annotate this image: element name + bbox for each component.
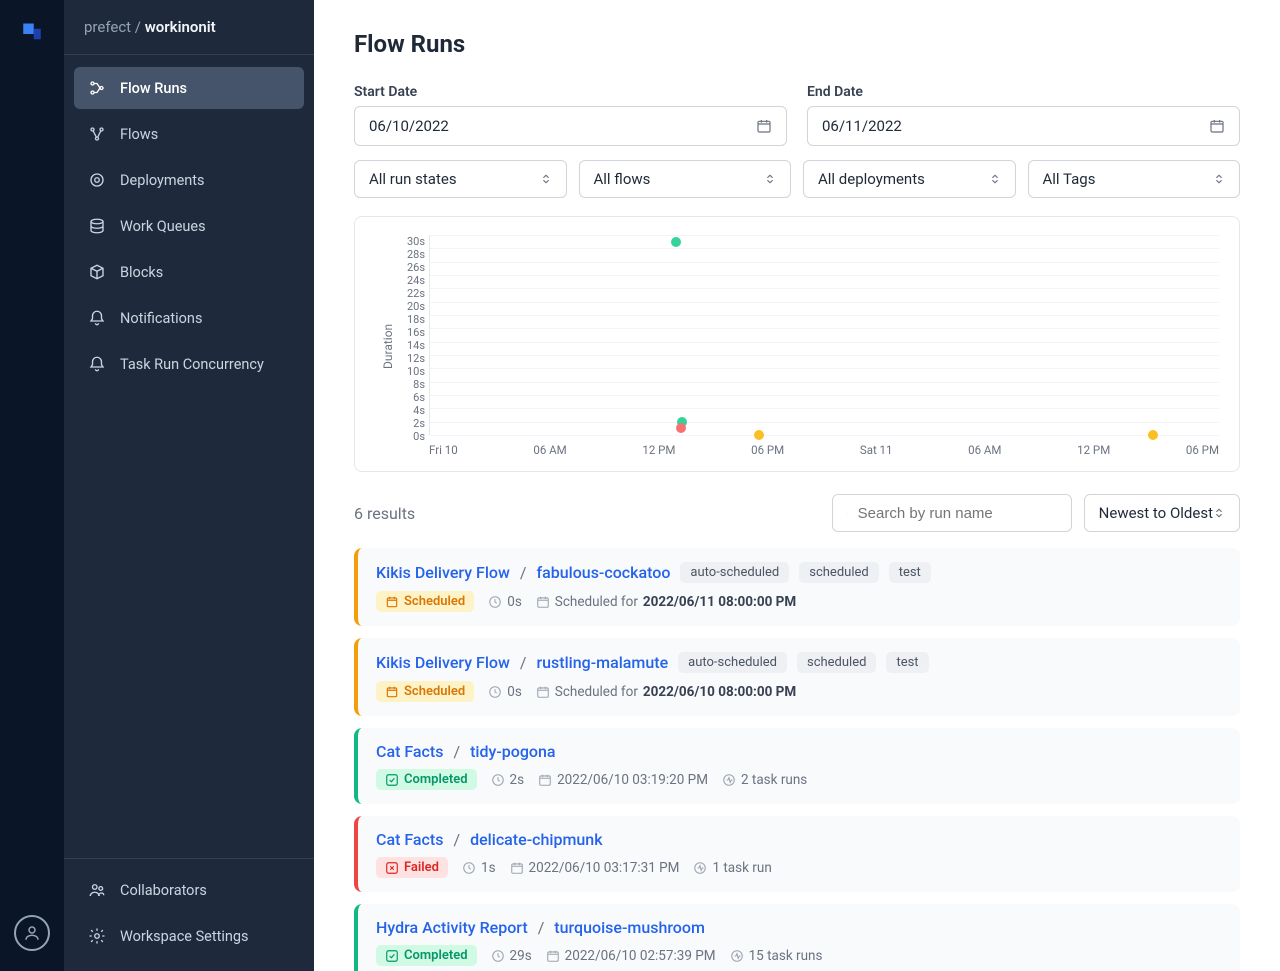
end-date-input[interactable]: 06/11/2022 xyxy=(807,106,1240,146)
tag[interactable]: scheduled xyxy=(797,652,876,673)
calendar-icon xyxy=(1209,118,1225,134)
sidebar-item-flow-runs[interactable]: Flow Runs xyxy=(74,67,304,109)
end-date-label: End Date xyxy=(807,84,1240,100)
start-date-input[interactable]: 06/10/2022 xyxy=(354,106,787,146)
timestamp: Scheduled for 2022/06/11 08:00:00 PM xyxy=(536,594,796,610)
run-link[interactable]: rustling-malamute xyxy=(536,653,668,672)
run-link[interactable]: fabulous-cockatoo xyxy=(536,563,670,582)
nav-icon xyxy=(88,125,106,143)
sidebar-item-deployments[interactable]: Deployments xyxy=(74,159,304,201)
filter-run-states[interactable]: All run states xyxy=(354,160,567,198)
run-link[interactable]: tidy-pogona xyxy=(470,742,555,761)
duration: 0s xyxy=(488,594,522,610)
timestamp: 2022/06/10 02:57:39 PM xyxy=(546,948,716,964)
chart-ylabel: Duration xyxy=(375,235,395,457)
sidebar-item-collaborators[interactable]: Collaborators xyxy=(74,869,304,911)
nav-icon xyxy=(88,309,106,327)
nav-icon xyxy=(88,881,106,899)
sidebar-item-flows[interactable]: Flows xyxy=(74,113,304,155)
run-card[interactable]: Hydra Activity Report / turquoise-mushro… xyxy=(354,904,1240,971)
nav-rail xyxy=(0,0,64,971)
timestamp: Scheduled for 2022/06/10 08:00:00 PM xyxy=(536,684,796,700)
sidebar-item-blocks[interactable]: Blocks xyxy=(74,251,304,293)
task-runs: 15 task runs xyxy=(730,948,823,964)
search-input[interactable] xyxy=(832,494,1072,532)
tag[interactable]: auto-scheduled xyxy=(678,652,787,673)
user-avatar[interactable] xyxy=(14,915,50,951)
timestamp: 2022/06/10 03:17:31 PM xyxy=(510,860,680,876)
chart-point[interactable] xyxy=(671,237,681,247)
run-link[interactable]: delicate-chipmunk xyxy=(470,830,602,849)
flow-link[interactable]: Cat Facts xyxy=(376,742,443,761)
status-badge: Scheduled xyxy=(376,681,474,702)
start-date-label: Start Date xyxy=(354,84,787,100)
run-link[interactable]: turquoise-mushroom xyxy=(554,918,705,937)
main-content: Flow Runs Start Date 06/10/2022 End Date… xyxy=(314,0,1280,971)
tag[interactable]: test xyxy=(889,562,931,583)
run-card[interactable]: Kikis Delivery Flow / fabulous-cockatoo … xyxy=(354,548,1240,626)
nav-icon xyxy=(88,171,106,189)
duration: 29s xyxy=(491,948,532,964)
status-badge: Scheduled xyxy=(376,591,474,612)
chart-point[interactable] xyxy=(676,423,686,433)
sidebar: prefect / workinonit Flow RunsFlowsDeplo… xyxy=(64,0,314,971)
task-runs: 2 task runs xyxy=(722,772,807,788)
duration: 2s xyxy=(491,772,525,788)
filter-deployments[interactable]: All deployments xyxy=(803,160,1016,198)
workspace-breadcrumb[interactable]: prefect / workinonit xyxy=(64,0,314,55)
flow-link[interactable]: Hydra Activity Report xyxy=(376,918,528,937)
nav-icon xyxy=(88,355,106,373)
filter-tags[interactable]: All Tags xyxy=(1028,160,1241,198)
sort-select[interactable]: Newest to Oldest xyxy=(1084,494,1240,532)
flow-link[interactable]: Kikis Delivery Flow xyxy=(376,653,510,672)
timestamp: 2022/06/10 03:19:20 PM xyxy=(538,772,708,788)
search-icon xyxy=(847,506,848,520)
duration-chart: Duration 30s28s26s24s22s20s18s16s14s12s1… xyxy=(354,216,1240,472)
tag[interactable]: scheduled xyxy=(799,562,878,583)
sidebar-item-work-queues[interactable]: Work Queues xyxy=(74,205,304,247)
duration: 1s xyxy=(462,860,496,876)
calendar-icon xyxy=(756,118,772,134)
nav-icon xyxy=(88,263,106,281)
prefect-logo[interactable] xyxy=(18,20,46,48)
chart-point[interactable] xyxy=(1148,430,1158,440)
duration: 0s xyxy=(488,684,522,700)
filter-flows[interactable]: All flows xyxy=(579,160,792,198)
task-runs: 1 task run xyxy=(693,860,771,876)
flow-link[interactable]: Cat Facts xyxy=(376,830,443,849)
page-title: Flow Runs xyxy=(354,30,1240,58)
run-card[interactable]: Kikis Delivery Flow / rustling-malamute … xyxy=(354,638,1240,716)
status-badge: Completed xyxy=(376,769,477,790)
chart-point[interactable] xyxy=(754,430,764,440)
run-card[interactable]: Cat Facts / delicate-chipmunk Failed 1s … xyxy=(354,816,1240,892)
tag[interactable]: auto-scheduled xyxy=(680,562,789,583)
sidebar-item-task-run-concurrency[interactable]: Task Run Concurrency xyxy=(74,343,304,385)
run-card[interactable]: Cat Facts / tidy-pogona Completed 2s 202… xyxy=(354,728,1240,804)
status-badge: Failed xyxy=(376,857,448,878)
sidebar-item-workspace-settings[interactable]: Workspace Settings xyxy=(74,915,304,957)
flow-link[interactable]: Kikis Delivery Flow xyxy=(376,563,510,582)
status-badge: Completed xyxy=(376,945,477,966)
nav-icon xyxy=(88,79,106,97)
sidebar-item-notifications[interactable]: Notifications xyxy=(74,297,304,339)
tag[interactable]: test xyxy=(886,652,928,673)
nav-icon xyxy=(88,927,106,945)
results-count: 6 results xyxy=(354,504,415,523)
nav-icon xyxy=(88,217,106,235)
